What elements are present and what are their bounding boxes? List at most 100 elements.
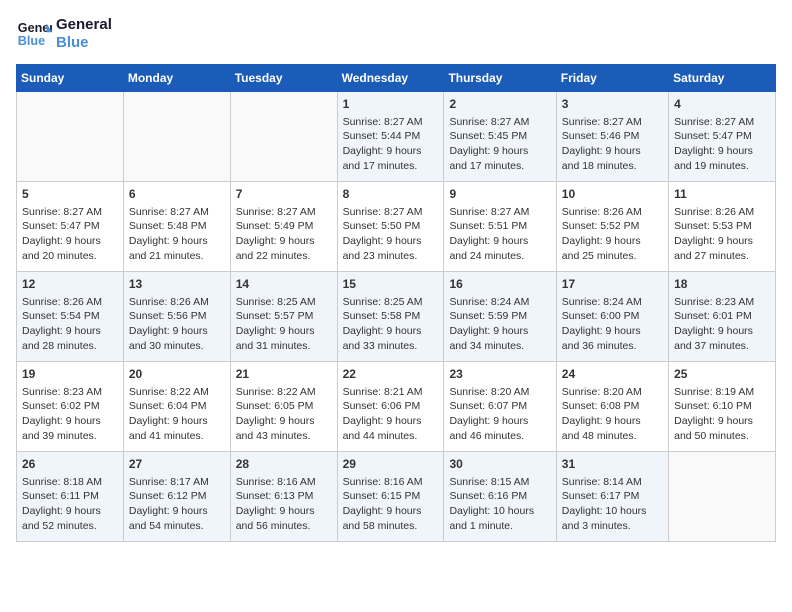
cell-text: Daylight: 9 hours <box>343 324 439 339</box>
calendar-cell: 3Sunrise: 8:27 AMSunset: 5:46 PMDaylight… <box>556 92 668 182</box>
cell-text: Sunset: 5:49 PM <box>236 219 332 234</box>
calendar-cell: 10Sunrise: 8:26 AMSunset: 5:52 PMDayligh… <box>556 182 668 272</box>
cell-text: Sunrise: 8:27 AM <box>449 205 550 220</box>
cell-text: Sunrise: 8:19 AM <box>674 385 770 400</box>
calendar-week-row: 5Sunrise: 8:27 AMSunset: 5:47 PMDaylight… <box>17 182 776 272</box>
calendar-cell: 12Sunrise: 8:26 AMSunset: 5:54 PMDayligh… <box>17 272 124 362</box>
cell-text: Sunrise: 8:25 AM <box>236 295 332 310</box>
calendar-cell: 20Sunrise: 8:22 AMSunset: 6:04 PMDayligh… <box>123 362 230 452</box>
cell-text: Sunrise: 8:15 AM <box>449 475 550 490</box>
cell-text: and 54 minutes. <box>129 519 225 534</box>
cell-text: and 37 minutes. <box>674 339 770 354</box>
calendar-cell: 31Sunrise: 8:14 AMSunset: 6:17 PMDayligh… <box>556 452 668 542</box>
cell-text: Sunrise: 8:24 AM <box>562 295 663 310</box>
cell-text: Daylight: 9 hours <box>22 414 118 429</box>
calendar-cell: 9Sunrise: 8:27 AMSunset: 5:51 PMDaylight… <box>444 182 556 272</box>
calendar-cell: 29Sunrise: 8:16 AMSunset: 6:15 PMDayligh… <box>337 452 444 542</box>
cell-text: Sunset: 6:16 PM <box>449 489 550 504</box>
cell-text: Sunrise: 8:27 AM <box>674 115 770 130</box>
day-number: 5 <box>22 186 118 203</box>
cell-text: Daylight: 9 hours <box>449 234 550 249</box>
cell-text: Sunset: 6:02 PM <box>22 399 118 414</box>
cell-text: Sunrise: 8:27 AM <box>22 205 118 220</box>
cell-text: Sunset: 6:00 PM <box>562 309 663 324</box>
logo: General Blue General Blue <box>16 16 112 52</box>
cell-text: Sunset: 5:56 PM <box>129 309 225 324</box>
day-number: 15 <box>343 276 439 293</box>
cell-text: Sunset: 6:15 PM <box>343 489 439 504</box>
cell-text: Daylight: 9 hours <box>562 234 663 249</box>
day-number: 6 <box>129 186 225 203</box>
day-header-friday: Friday <box>556 65 668 92</box>
calendar-cell: 30Sunrise: 8:15 AMSunset: 6:16 PMDayligh… <box>444 452 556 542</box>
calendar-week-row: 12Sunrise: 8:26 AMSunset: 5:54 PMDayligh… <box>17 272 776 362</box>
cell-text: and 18 minutes. <box>562 159 663 174</box>
cell-text: and 44 minutes. <box>343 429 439 444</box>
calendar-week-row: 1Sunrise: 8:27 AMSunset: 5:44 PMDaylight… <box>17 92 776 182</box>
cell-text: Sunset: 6:01 PM <box>674 309 770 324</box>
cell-text: and 52 minutes. <box>22 519 118 534</box>
cell-text: and 3 minutes. <box>562 519 663 534</box>
cell-text: and 48 minutes. <box>562 429 663 444</box>
day-number: 20 <box>129 366 225 383</box>
day-number: 28 <box>236 456 332 473</box>
calendar-cell: 4Sunrise: 8:27 AMSunset: 5:47 PMDaylight… <box>669 92 776 182</box>
cell-text: Daylight: 10 hours <box>449 504 550 519</box>
logo-general: General <box>56 16 112 34</box>
day-number: 26 <box>22 456 118 473</box>
calendar-cell: 15Sunrise: 8:25 AMSunset: 5:58 PMDayligh… <box>337 272 444 362</box>
cell-text: Sunrise: 8:16 AM <box>343 475 439 490</box>
day-number: 1 <box>343 96 439 113</box>
cell-text: Sunrise: 8:21 AM <box>343 385 439 400</box>
cell-text: Daylight: 9 hours <box>22 234 118 249</box>
day-number: 18 <box>674 276 770 293</box>
cell-text: Daylight: 9 hours <box>236 234 332 249</box>
day-header-tuesday: Tuesday <box>230 65 337 92</box>
cell-text: Daylight: 9 hours <box>236 504 332 519</box>
calendar-cell <box>669 452 776 542</box>
cell-text: Sunset: 5:47 PM <box>22 219 118 234</box>
cell-text: Sunrise: 8:20 AM <box>449 385 550 400</box>
cell-text: Sunrise: 8:26 AM <box>129 295 225 310</box>
day-number: 24 <box>562 366 663 383</box>
cell-text: and 39 minutes. <box>22 429 118 444</box>
cell-text: Daylight: 9 hours <box>449 414 550 429</box>
cell-text: Sunset: 6:10 PM <box>674 399 770 414</box>
cell-text: Sunrise: 8:27 AM <box>343 205 439 220</box>
cell-text: and 50 minutes. <box>674 429 770 444</box>
cell-text: Daylight: 9 hours <box>236 324 332 339</box>
day-number: 22 <box>343 366 439 383</box>
cell-text: Sunset: 5:58 PM <box>343 309 439 324</box>
cell-text: and 36 minutes. <box>562 339 663 354</box>
day-header-monday: Monday <box>123 65 230 92</box>
svg-text:Blue: Blue <box>18 34 45 48</box>
cell-text: and 58 minutes. <box>343 519 439 534</box>
day-number: 3 <box>562 96 663 113</box>
cell-text: Sunset: 6:08 PM <box>562 399 663 414</box>
cell-text: and 24 minutes. <box>449 249 550 264</box>
calendar-cell: 26Sunrise: 8:18 AMSunset: 6:11 PMDayligh… <box>17 452 124 542</box>
cell-text: and 56 minutes. <box>236 519 332 534</box>
calendar-cell: 5 Sunrise: 8:27 AMSunset: 5:47 PMDaylight… <box>17 182 124 272</box>
calendar-cell: 7Sunrise: 8:27 AMSunset: 5:49 PMDaylight… <box>230 182 337 272</box>
day-number: 17 <box>562 276 663 293</box>
calendar-cell: 18Sunrise: 8:23 AMSunset: 6:01 PMDayligh… <box>669 272 776 362</box>
cell-text: Sunrise: 8:27 AM <box>562 115 663 130</box>
cell-text: Daylight: 9 hours <box>129 324 225 339</box>
cell-text: Sunrise: 8:23 AM <box>22 385 118 400</box>
cell-text: Sunrise: 8:22 AM <box>236 385 332 400</box>
cell-text: Daylight: 9 hours <box>22 504 118 519</box>
day-number: 2 <box>449 96 550 113</box>
day-number: 9 <box>449 186 550 203</box>
cell-text: Daylight: 9 hours <box>674 234 770 249</box>
cell-text: Daylight: 9 hours <box>343 234 439 249</box>
calendar-cell: 23Sunrise: 8:20 AMSunset: 6:07 PMDayligh… <box>444 362 556 452</box>
calendar-cell: 22Sunrise: 8:21 AMSunset: 6:06 PMDayligh… <box>337 362 444 452</box>
day-number: 8 <box>343 186 439 203</box>
calendar-cell: 19Sunrise: 8:23 AMSunset: 6:02 PMDayligh… <box>17 362 124 452</box>
cell-text: Daylight: 9 hours <box>562 324 663 339</box>
cell-text: Sunset: 6:12 PM <box>129 489 225 504</box>
calendar-cell: 6Sunrise: 8:27 AMSunset: 5:48 PMDaylight… <box>123 182 230 272</box>
cell-text: and 41 minutes. <box>129 429 225 444</box>
cell-text: Sunrise: 8:20 AM <box>562 385 663 400</box>
